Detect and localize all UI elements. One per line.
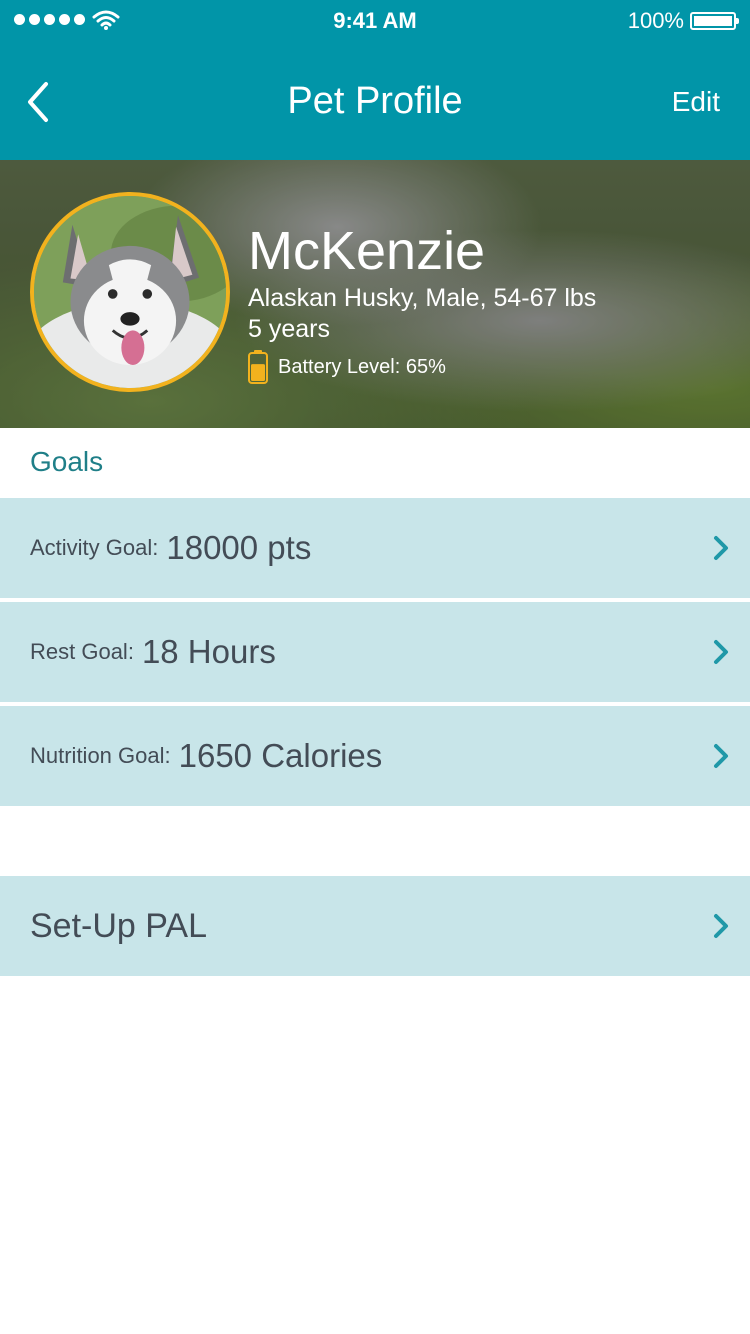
rest-goal-row[interactable]: Rest Goal: 18 Hours <box>0 602 750 702</box>
activity-goal-value: 18000 pts <box>166 529 312 566</box>
page-title: Pet Profile <box>287 80 463 122</box>
nutrition-goal-text: Nutrition Goal: 1650 Calories <box>30 706 382 806</box>
activity-goal-label: Activity Goal: <box>30 535 159 560</box>
device-battery-icon <box>248 350 268 384</box>
activity-goal-text: Activity Goal: 18000 pts <box>30 498 311 598</box>
nutrition-goal-row[interactable]: Nutrition Goal: 1650 Calories <box>0 706 750 806</box>
pet-breed-line: Alaskan Husky, Male, 54-67 lbs <box>248 284 597 312</box>
rest-goal-text: Rest Goal: 18 Hours <box>30 602 276 702</box>
husky-photo-icon <box>34 196 226 388</box>
nutrition-goal-label: Nutrition Goal: <box>30 743 171 768</box>
pet-name: McKenzie <box>248 221 486 281</box>
status-bar: 9:41 AM 100% <box>0 0 750 40</box>
pet-age: 5 years <box>248 315 330 343</box>
chevron-right-icon <box>714 744 728 768</box>
top-bar: 9:41 AM 100% Pet Profile Edit <box>0 0 750 160</box>
edit-button[interactable]: Edit <box>672 86 720 118</box>
setup-pal-row[interactable]: Set-Up PAL <box>0 876 750 976</box>
goals-section-title: Goals <box>30 446 104 477</box>
rest-goal-value: 18 Hours <box>141 633 276 670</box>
chevron-right-icon <box>714 914 728 938</box>
battery-percent: 100% <box>627 8 684 33</box>
pet-avatar[interactable] <box>30 192 230 392</box>
nutrition-goal-value: 1650 Calories <box>178 737 383 774</box>
activity-goal-row[interactable]: Activity Goal: 18000 pts <box>0 498 750 598</box>
chevron-right-icon <box>714 536 728 560</box>
battery-level-label: Battery Level: 65% <box>278 356 446 378</box>
battery-icon <box>690 12 739 30</box>
setup-pal-label: Set-Up PAL <box>30 906 208 945</box>
setup-pal-text: Set-Up PAL <box>30 876 207 976</box>
rest-goal-label: Rest Goal: <box>30 639 134 664</box>
pet-header: McKenzie Alaskan Husky, Male, 54-67 lbs … <box>0 160 750 428</box>
chevron-right-icon <box>714 640 728 664</box>
